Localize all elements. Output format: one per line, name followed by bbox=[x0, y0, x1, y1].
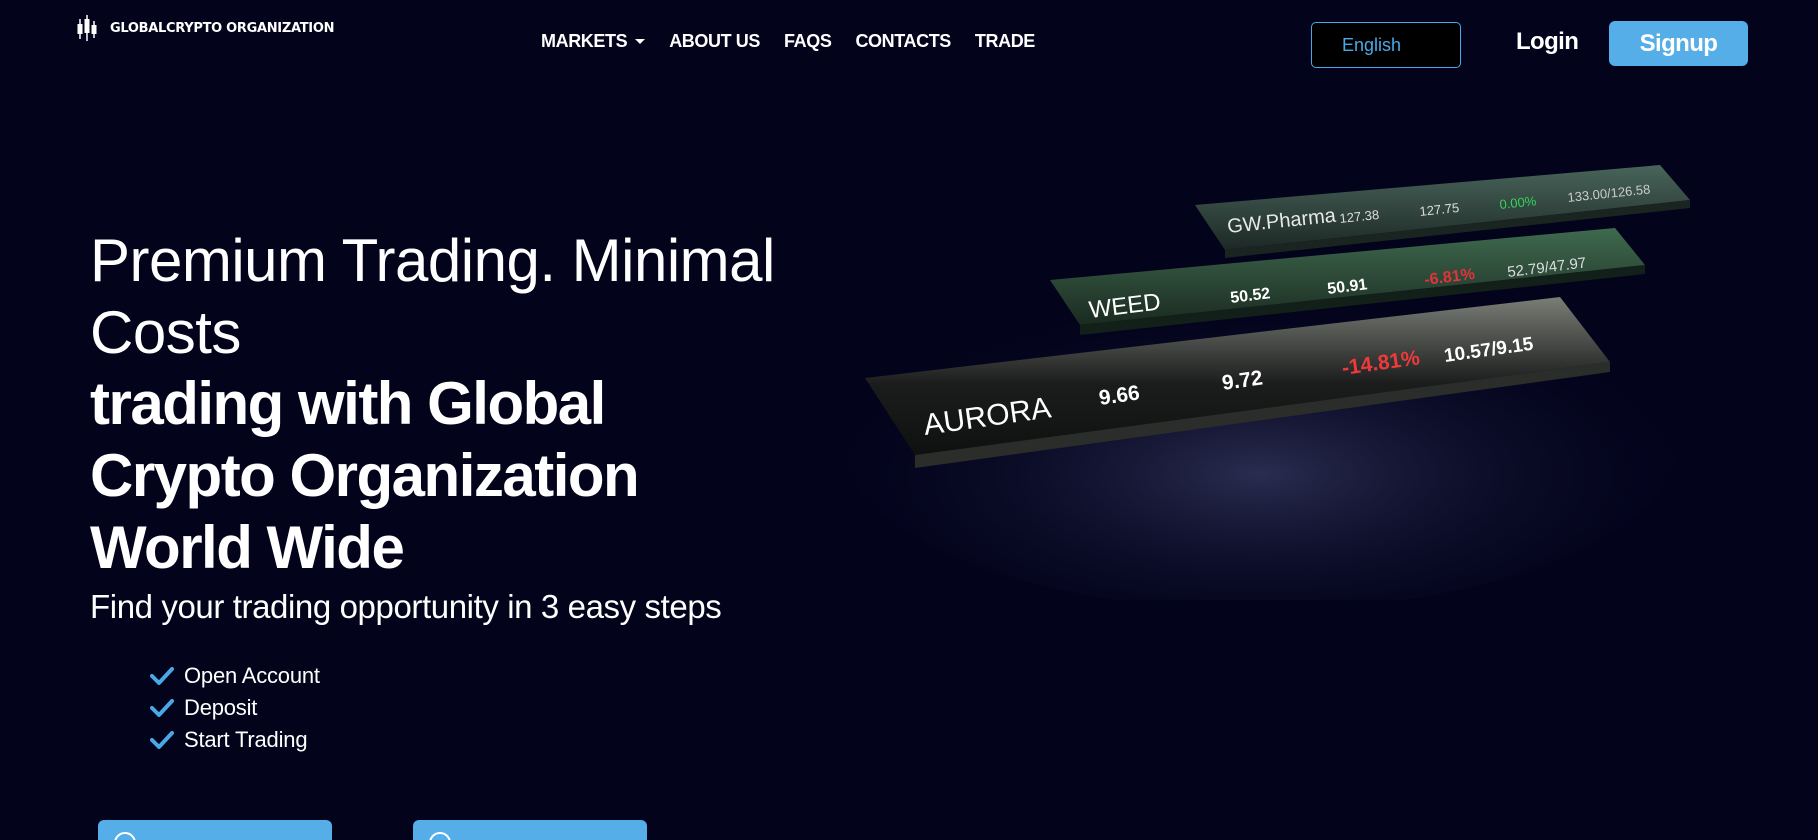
ticker-boards-illustration: GW.Pharma 127.38 127.75 0.00% 133.00/126… bbox=[840, 165, 1690, 600]
candlestick-logo-icon bbox=[77, 15, 97, 41]
step-item: Open Account bbox=[150, 660, 320, 692]
main-nav: MARKETS ABOUT US FAQS CONTACTS TRADE bbox=[541, 31, 1059, 52]
step-item: Deposit bbox=[150, 692, 320, 724]
nav-trade[interactable]: TRADE bbox=[975, 31, 1035, 52]
checkmark-icon bbox=[150, 667, 174, 685]
nav-about-us[interactable]: ABOUT US bbox=[669, 31, 760, 52]
app-icon bbox=[429, 832, 451, 840]
caret-down-icon bbox=[635, 39, 646, 44]
step-label: Start Trading bbox=[184, 727, 308, 752]
logo-text: GLOBALCRYPTO ORGANIZATION bbox=[110, 20, 335, 36]
hero-subtitle: trading with Global Crypto Organization … bbox=[90, 370, 640, 581]
signup-button[interactable]: Signup bbox=[1609, 21, 1748, 66]
app-download-button-secondary[interactable] bbox=[413, 820, 647, 840]
step-label: Open Account bbox=[184, 663, 320, 688]
checkmark-icon bbox=[150, 731, 174, 749]
checkmark-icon bbox=[150, 699, 174, 717]
nav-contacts[interactable]: CONTACTS bbox=[855, 31, 951, 52]
hero-title: Premium Trading. Minimal Costs bbox=[90, 227, 775, 366]
nav-markets[interactable]: MARKETS bbox=[541, 31, 646, 52]
nav-faqs[interactable]: FAQS bbox=[784, 31, 832, 52]
step-label: Deposit bbox=[184, 695, 258, 720]
nav-markets-label: MARKETS bbox=[541, 31, 628, 51]
steps-list: Open Account Deposit Start Trading bbox=[150, 660, 320, 756]
language-select[interactable]: English bbox=[1311, 22, 1461, 68]
site-header: GLOBALCRYPTO ORGANIZATION MARKETS ABOUT … bbox=[0, 0, 1818, 90]
steps-title: Find your trading opportunity in 3 easy … bbox=[90, 588, 722, 625]
app-download-button[interactable] bbox=[98, 820, 332, 840]
logo[interactable]: GLOBALCRYPTO ORGANIZATION bbox=[76, 13, 334, 43]
login-button[interactable]: Login bbox=[1516, 28, 1579, 56]
app-icon bbox=[114, 832, 136, 840]
step-item: Start Trading bbox=[150, 724, 320, 756]
